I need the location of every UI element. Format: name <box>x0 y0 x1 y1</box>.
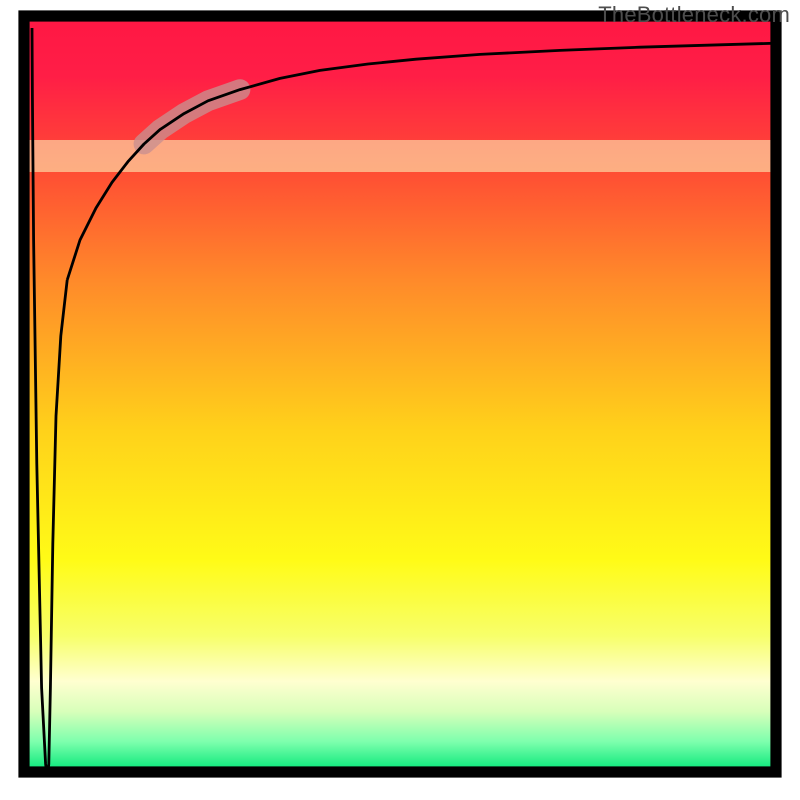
chart-svg <box>0 0 800 800</box>
chart-stage: TheBottleneck.com <box>0 0 800 800</box>
gradient-background <box>24 16 776 772</box>
dip-rounded-cap <box>42 778 52 791</box>
plot-area <box>24 16 776 790</box>
watermark-text: TheBottleneck.com <box>598 2 790 28</box>
